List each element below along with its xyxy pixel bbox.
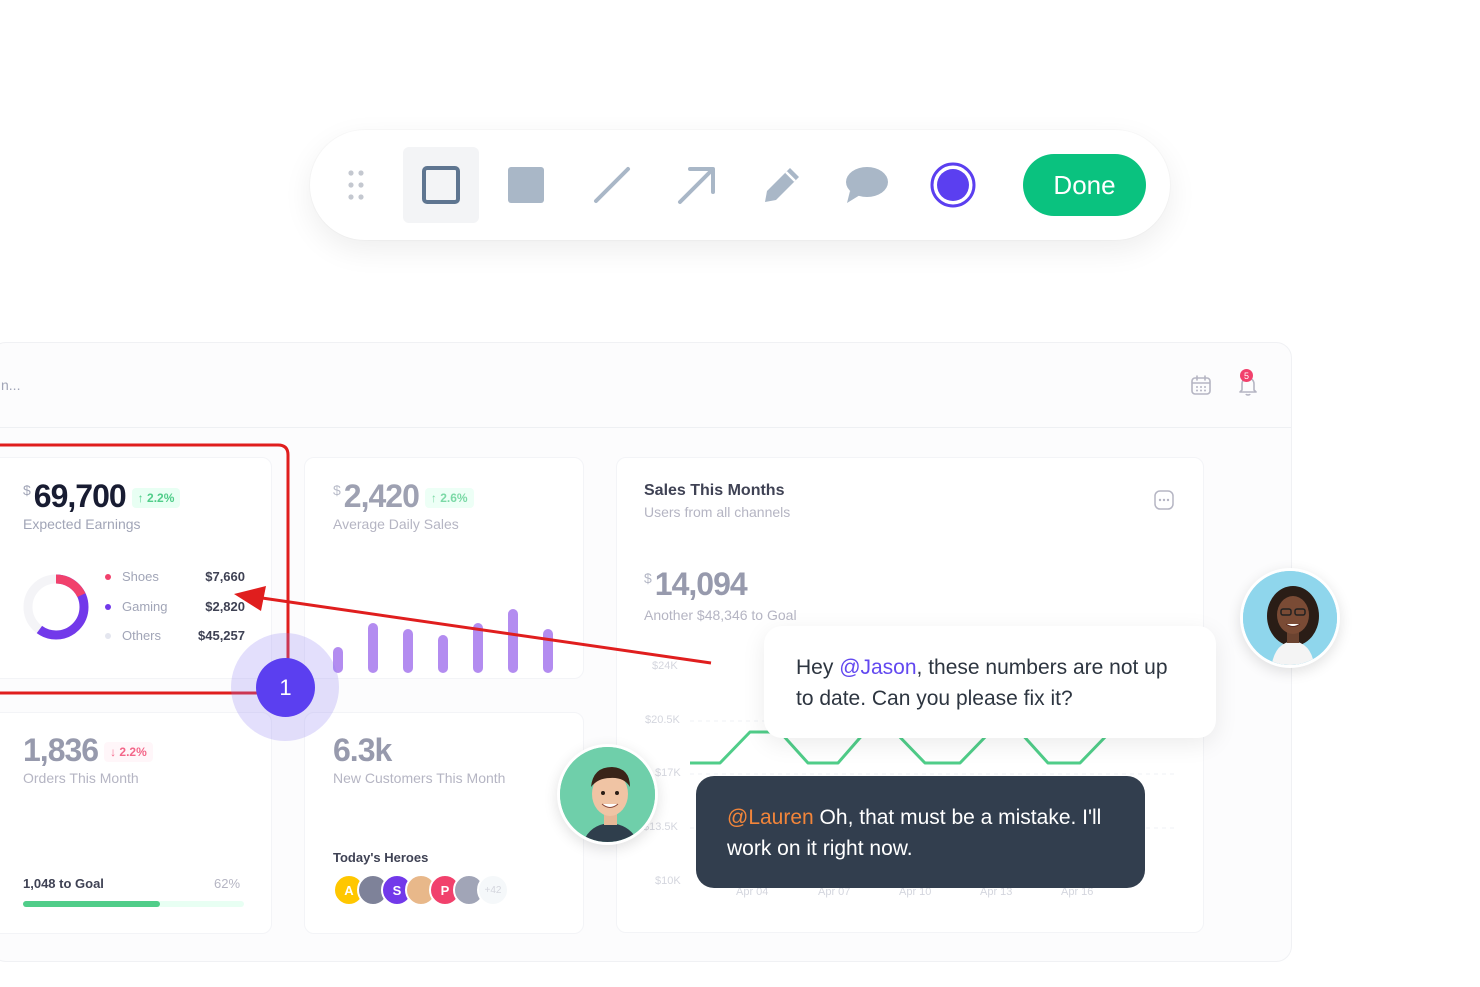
user-avatar-woman[interactable] <box>1240 568 1340 668</box>
mention-lauren[interactable]: @Lauren <box>727 806 814 829</box>
message-text: Hey <box>796 656 840 679</box>
arrow-head <box>234 586 266 611</box>
comment-bubble-jason[interactable]: Hey @Jason, these numbers are not up to … <box>764 626 1216 738</box>
user-avatar-man[interactable] <box>557 744 658 845</box>
mention-jason[interactable]: @Jason <box>839 656 916 679</box>
annotation-arrow[interactable] <box>261 596 712 665</box>
step-marker[interactable]: 1 <box>256 658 315 717</box>
comment-bubble-lauren[interactable]: @Lauren Oh, that must be a mistake. I'll… <box>696 776 1145 888</box>
